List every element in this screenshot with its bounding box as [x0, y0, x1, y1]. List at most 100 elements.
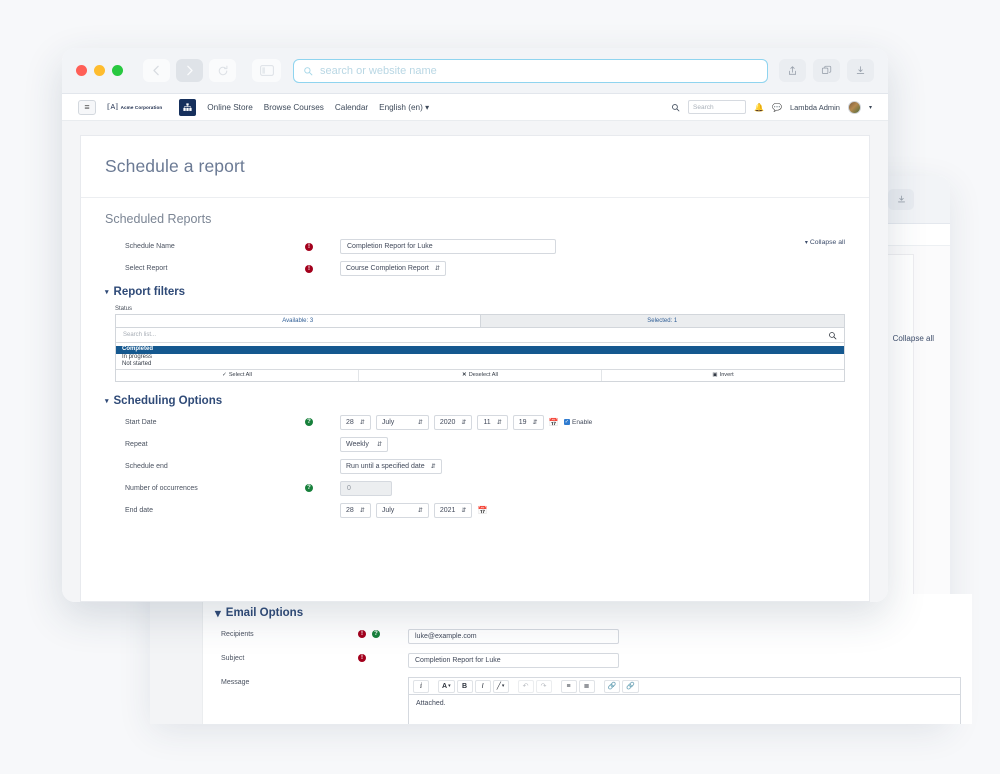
tab-selected[interactable]: Selected: 1 — [479, 315, 844, 328]
notifications-icon[interactable]: 🔔 — [754, 103, 764, 112]
start-year-select[interactable]: 2020 ⇵ — [433, 414, 473, 430]
message-editor[interactable]: ⅈ A ▾ B I ╱ ▾ ↶ ↷ ≡ ≣ 🔗 🔗 Attached. — [408, 677, 961, 724]
forward-button[interactable] — [176, 59, 203, 82]
tab-available[interactable]: Available: 3 — [116, 315, 480, 328]
spinner-icon: ⇵ — [461, 507, 467, 514]
enable-checkbox-wrap[interactable]: ✓ Enable — [563, 418, 592, 426]
list-item-completed[interactable]: Completed — [116, 346, 844, 354]
invert-button[interactable]: ▣ Invert — [601, 369, 844, 381]
language-label: English (en) — [379, 103, 423, 112]
back-button[interactable] — [143, 59, 170, 82]
start-minute-select[interactable]: 19 ⇵ — [512, 414, 544, 430]
download-icon[interactable] — [847, 59, 874, 82]
end-year-select[interactable]: 2021 ⇵ — [433, 502, 473, 518]
browser-window[interactable]: search or website name ≡ ⟦A⟧ Acme Corpor… — [62, 48, 888, 602]
subject-input[interactable]: Completion Report for Luke — [408, 653, 619, 668]
select-all-button[interactable]: ✓ Select All — [116, 370, 358, 381]
start-hour-value: 11 — [483, 418, 491, 426]
report-filters-heading[interactable]: ▾ Report filters — [105, 286, 845, 298]
spinner-icon: ⇵ — [359, 419, 365, 426]
deselect-all-button[interactable]: ✕ Deselect All — [358, 369, 601, 381]
undo-icon[interactable]: ↶ — [517, 679, 534, 693]
site-navbar: ≡ ⟦A⟧ Acme Corporation Online Store Brow… — [62, 94, 888, 121]
schedule-name-icons: ! — [305, 242, 340, 251]
dual-list-search[interactable]: Search list... — [116, 328, 844, 343]
collapse-all-button[interactable]: ▾ Collapse all — [805, 239, 845, 246]
window-controls[interactable] — [76, 65, 123, 76]
paragraph-style-icon[interactable]: ⅈ — [413, 679, 429, 693]
nav-link-language[interactable]: English (en) ▾ — [379, 102, 429, 112]
list-item-not-started[interactable]: Not started — [116, 361, 844, 369]
redo-icon[interactable]: ↷ — [535, 679, 552, 693]
status-label: Status — [115, 306, 133, 312]
reload-button[interactable] — [209, 59, 236, 82]
start-hour-select[interactable]: 11 ⇵ — [477, 414, 508, 430]
schedule-end-select[interactable]: Run until a specified date ⇵ — [340, 458, 442, 474]
bold-icon[interactable]: B — [456, 679, 473, 693]
italic-icon[interactable]: I — [474, 679, 491, 693]
help-icon[interactable]: ? — [305, 418, 313, 426]
status-dual-list: Available: 3 Selected: 1 Search list... … — [115, 314, 845, 382]
required-icon[interactable]: ! — [305, 242, 313, 251]
end-month-select[interactable]: July ⇵ — [375, 502, 429, 518]
nav-search-input[interactable]: Search — [688, 100, 746, 114]
select-report-label: Select Report — [125, 265, 168, 272]
ordered-list-icon[interactable]: ≣ — [578, 679, 595, 693]
recipients-icons: ! ? — [358, 629, 408, 638]
chevron-down-icon: ▾ — [215, 608, 221, 620]
search-icon — [672, 103, 680, 111]
chrome-actions — [779, 59, 874, 82]
background-collapse-all[interactable]: Collapse all — [893, 334, 934, 343]
page-content: Schedule a report Scheduled Reports ▾ Co… — [62, 121, 888, 602]
help-icon[interactable]: ? — [305, 484, 313, 492]
occurrences-input[interactable]: 0 — [340, 480, 392, 496]
download-icon[interactable] — [888, 189, 914, 210]
nav-link-browse-courses[interactable]: Browse Courses — [264, 103, 324, 112]
start-day-select[interactable]: 28 ⇵ — [340, 414, 371, 430]
tabs-icon[interactable] — [813, 59, 840, 82]
email-options-heading[interactable]: ▾ Email Options — [215, 606, 972, 620]
message-body[interactable]: Attached. — [408, 695, 961, 724]
nav-link-calendar[interactable]: Calendar — [335, 103, 368, 112]
maximize-button[interactable] — [112, 65, 123, 76]
repeat-select[interactable]: Weekly ⇵ — [340, 436, 388, 452]
menu-icon[interactable]: ≡ — [78, 99, 96, 115]
help-icon[interactable]: ? — [372, 630, 380, 638]
schedule-name-input[interactable]: Completion Report for Luke — [340, 239, 556, 254]
site-logo-icon[interactable] — [179, 98, 197, 116]
brand-logo[interactable]: ⟦A⟧ Acme Corporation — [107, 103, 162, 111]
editor-toolbar: ⅈ A ▾ B I ╱ ▾ ↶ ↷ ≡ ≣ 🔗 🔗 — [408, 677, 961, 695]
schedule-end-value: Run until a specified date — [346, 462, 425, 470]
nav-link-online-store[interactable]: Online Store — [207, 103, 253, 112]
highlight-icon[interactable]: ╱ ▾ — [492, 679, 509, 693]
email-options-title: Email Options — [225, 607, 304, 619]
minimize-button[interactable] — [94, 65, 105, 76]
required-icon[interactable]: ! — [358, 654, 366, 662]
select-report-dropdown[interactable]: Course Completion Report ⇵ — [340, 261, 446, 276]
chevron-down-icon[interactable]: ▾ — [869, 104, 872, 111]
end-day-select[interactable]: 28 ⇵ — [340, 502, 371, 518]
calendar-icon[interactable]: 📅 — [477, 506, 487, 515]
messages-icon[interactable]: 💬 — [772, 103, 782, 112]
avatar[interactable] — [847, 100, 861, 114]
user-name[interactable]: Lambda Admin — [790, 103, 840, 112]
close-button[interactable] — [76, 65, 87, 76]
spinner-icon: ⇵ — [430, 463, 436, 470]
recipients-input[interactable]: luke@example.com — [408, 629, 619, 644]
share-icon[interactable] — [779, 59, 806, 82]
scheduling-options-heading[interactable]: ▾ Scheduling Options — [105, 395, 845, 407]
list-item-in-progress[interactable]: In progress — [116, 354, 844, 362]
unlink-icon[interactable]: 🔗 — [622, 679, 640, 693]
required-icon[interactable]: ! — [305, 264, 313, 273]
calendar-icon[interactable]: 📅 — [549, 418, 559, 427]
start-month-select[interactable]: July ⇵ — [375, 414, 429, 430]
required-icon[interactable]: ! — [358, 630, 366, 638]
sidebar-toggle-icon[interactable] — [252, 59, 281, 82]
font-color-icon[interactable]: A ▾ — [438, 679, 455, 693]
enable-checkbox[interactable]: ✓ — [563, 418, 571, 426]
subject-row: Subject ! Completion Report for Luke — [203, 653, 972, 668]
start-date-icons: ? — [305, 418, 340, 426]
address-bar[interactable]: search or website name — [293, 58, 768, 83]
link-icon[interactable]: 🔗 — [603, 679, 621, 693]
unordered-list-icon[interactable]: ≡ — [560, 679, 577, 693]
